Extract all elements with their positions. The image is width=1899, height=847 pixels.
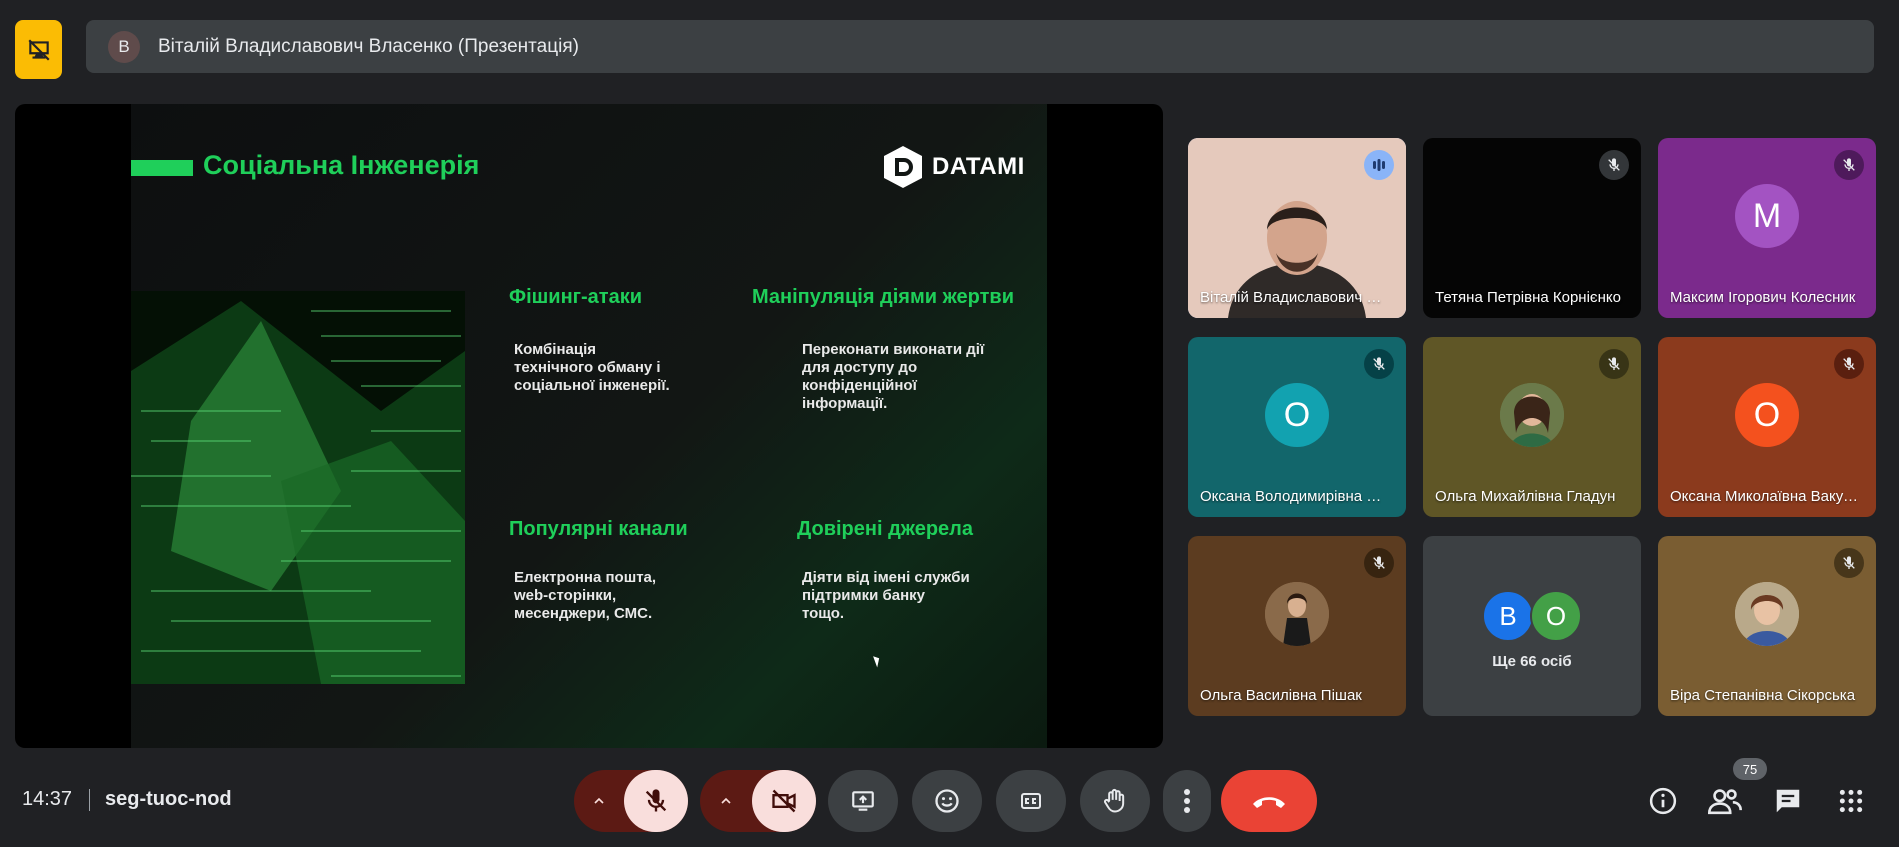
- more-vert-icon: [1184, 789, 1190, 813]
- card-heading-phishing: Фішинг-атаки: [509, 286, 643, 308]
- card-body-phishing: Комбінація технічного обману і соціально…: [514, 341, 670, 394]
- participant-name: Ольга Михайлівна Гладун: [1435, 488, 1616, 505]
- presentation-stage: Соціальна Інженерія DATAMI Фішинг-атаки …: [15, 104, 1163, 748]
- people-button[interactable]: [1708, 784, 1742, 818]
- participant-avatar: О: [1735, 383, 1799, 447]
- presenter-bar: В Віталій Владиславович Власенко (Презен…: [86, 20, 1874, 73]
- card-body-trusted: Діяти від імені служби підтримки банку т…: [802, 569, 970, 622]
- captions-button[interactable]: [996, 770, 1066, 832]
- photo-avatar-icon: [1265, 582, 1329, 646]
- activities-button[interactable]: [1834, 784, 1868, 818]
- mouse-cursor-icon: [873, 654, 882, 668]
- participant-name: Віталій Владиславович Власенко: [1200, 289, 1388, 306]
- participant-tile[interactable]: О Оксана Миколаївна Вакуленко: [1658, 337, 1876, 517]
- participant-tile[interactable]: О Оксана Володимирівна Коваль: [1188, 337, 1406, 517]
- camera-options-button[interactable]: [700, 793, 752, 809]
- participant-avatar: [1500, 383, 1564, 447]
- photo-avatar-icon: [1735, 582, 1799, 646]
- participant-name: Максим Ігорович Колесник: [1670, 289, 1856, 306]
- participant-tile[interactable]: М Максим Ігорович Колесник: [1658, 138, 1876, 318]
- screen-share-off-icon: [27, 38, 50, 61]
- meeting-info-button[interactable]: [1646, 784, 1680, 818]
- more-participants-tile[interactable]: В О Ще 66 осіб: [1423, 536, 1641, 716]
- chevron-up-icon: [594, 797, 604, 804]
- participant-avatar: [1735, 582, 1799, 646]
- participant-tile[interactable]: Ольга Василівна Пішак: [1188, 536, 1406, 716]
- participant-tile[interactable]: Віра Степанівна Сікорська: [1658, 536, 1876, 716]
- participant-name: Оксана Миколаївна Вакуленко: [1670, 488, 1858, 505]
- raise-hand-button[interactable]: [1080, 770, 1150, 832]
- participant-tile[interactable]: Ольга Михайлівна Гладун: [1423, 337, 1641, 517]
- participant-tile[interactable]: Тетяна Петрівна Корнієнко: [1423, 138, 1641, 318]
- code-image: [131, 291, 465, 684]
- more-options-button[interactable]: [1163, 770, 1211, 832]
- mic-off-icon: [645, 789, 667, 812]
- mic-control-group: [574, 770, 688, 832]
- mic-off-icon: [1834, 150, 1864, 180]
- chat-icon: [1776, 789, 1800, 813]
- brand-logo: DATAMI: [884, 146, 1025, 188]
- participant-avatar: [1265, 582, 1329, 646]
- card-heading-channels: Популярні канали: [509, 518, 688, 540]
- photo-avatar-icon: [1500, 383, 1564, 447]
- meeting-code: seg-tuoc-nod: [105, 788, 232, 810]
- info-icon: [1649, 787, 1677, 815]
- more-participants-label: Ще 66 осіб: [1492, 653, 1572, 670]
- brand-name: DATAMI: [932, 153, 1025, 180]
- participant-name: Віра Степанівна Сікорська: [1670, 687, 1856, 704]
- more-avatars: В О: [1482, 590, 1582, 642]
- raise-hand-icon: [1104, 789, 1125, 813]
- call-end-icon: [1253, 797, 1285, 808]
- camera-toggle-button[interactable]: [752, 770, 816, 832]
- slide: Соціальна Інженерія DATAMI Фішинг-атаки …: [131, 104, 1047, 748]
- participant-name: Тетяна Петрівна Корнієнко: [1435, 289, 1621, 306]
- participant-name: Оксана Володимирівна Коваль: [1200, 488, 1388, 505]
- people-count-badge: 75: [1733, 758, 1767, 780]
- participant-name: Ольга Василівна Пішак: [1200, 687, 1362, 704]
- mic-off-icon: [1599, 150, 1629, 180]
- emoji-icon: [935, 789, 959, 813]
- closed-captions-icon: [1021, 793, 1041, 809]
- chevron-up-icon: [721, 797, 731, 804]
- more-avatar: О: [1530, 590, 1582, 642]
- leave-call-button[interactable]: [1221, 770, 1317, 832]
- slide-title: Соціальна Інженерія: [203, 150, 480, 180]
- card-heading-trusted: Довірені джерела: [797, 518, 973, 540]
- participant-tile[interactable]: Віталій Владиславович Власенко: [1188, 138, 1406, 318]
- card-body-manipulation: Переконати виконати дії для доступу до к…: [802, 341, 985, 412]
- apps-grid-icon: [1839, 789, 1863, 813]
- participant-avatar: О: [1265, 383, 1329, 447]
- speaking-indicator-icon: [1364, 150, 1394, 180]
- chat-button[interactable]: [1771, 784, 1805, 818]
- camera-control-group: [700, 770, 816, 832]
- mic-toggle-button[interactable]: [624, 770, 688, 832]
- presenter-avatar: В: [108, 30, 140, 63]
- mic-off-icon: [1599, 349, 1629, 379]
- divider: [89, 789, 90, 811]
- more-avatar: В: [1482, 590, 1534, 642]
- presenter-title: Віталій Владиславович Власенко (Презента…: [158, 35, 579, 57]
- card-heading-manipulation: Маніпуляція діями жертви: [752, 286, 1015, 308]
- mic-off-icon: [1834, 548, 1864, 578]
- mic-off-icon: [1364, 548, 1394, 578]
- datami-logo-icon: [884, 146, 922, 188]
- presentation-mode-badge[interactable]: [15, 20, 62, 79]
- present-screen-icon: [852, 791, 874, 811]
- card-body-channels: Електронна пошта, web-сторінки, месендже…: [514, 569, 657, 622]
- present-screen-button[interactable]: [828, 770, 898, 832]
- mic-off-icon: [1364, 349, 1394, 379]
- camera-off-icon: [772, 789, 796, 813]
- meeting-clock: 14:37: [22, 788, 73, 810]
- people-icon: [1708, 789, 1742, 815]
- mic-options-button[interactable]: [574, 793, 624, 809]
- reactions-button[interactable]: [912, 770, 982, 832]
- participant-avatar: М: [1735, 184, 1799, 248]
- title-accent-bar: [131, 160, 193, 176]
- mic-off-icon: [1834, 349, 1864, 379]
